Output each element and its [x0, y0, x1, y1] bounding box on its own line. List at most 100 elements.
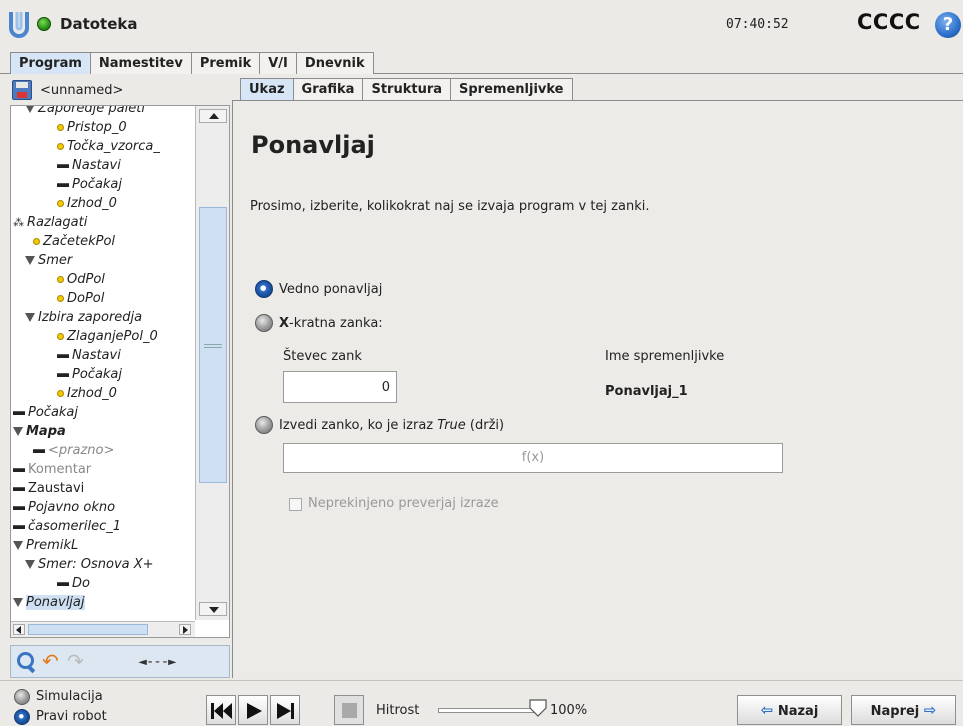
- waypoint-icon: [57, 333, 64, 340]
- robot-status-icon: [37, 17, 51, 31]
- tree-node-label: DoPol: [67, 291, 105, 306]
- tab-installation[interactable]: Namestitev: [89, 52, 192, 74]
- skip-back-icon: [211, 703, 232, 719]
- tab-graphics[interactable]: Grafika: [292, 78, 364, 100]
- grip-icon: [204, 344, 222, 348]
- tree-node[interactable]: Izbira zaporedja: [25, 309, 142, 326]
- scroll-thumb[interactable]: [199, 207, 227, 483]
- scroll-left-arrow-icon[interactable]: [13, 624, 25, 635]
- tree-node[interactable]: ⁂ Razlagati: [13, 214, 87, 231]
- skip-back-button[interactable]: [206, 695, 236, 725]
- waypoint-icon: [57, 143, 64, 150]
- variable-name-label: Ime spremenljivke: [605, 349, 725, 364]
- tree-node[interactable]: Počakaj: [57, 366, 122, 383]
- file-menu[interactable]: Datoteka: [60, 15, 138, 33]
- tree-node-label: OdPol: [67, 272, 105, 287]
- tree-node-label: PremikL: [26, 538, 79, 553]
- undo-icon[interactable]: ↶: [42, 650, 64, 674]
- back-button[interactable]: ⇦ Nazaj: [737, 695, 842, 725]
- tree-node[interactable]: Smer: Osnova X+: [25, 556, 154, 573]
- command-icon: [13, 486, 25, 491]
- tree-node[interactable]: OdPol: [57, 271, 105, 288]
- tree-node[interactable]: Ponavljaj: [13, 594, 85, 611]
- loop-counter-label: Števec zank: [283, 349, 362, 364]
- tree-horizontal-scrollbar[interactable]: [11, 621, 195, 637]
- tree-node[interactable]: Zaustavi: [13, 480, 84, 497]
- tree-node[interactable]: časomerilec_1: [13, 518, 121, 535]
- expand-triangle-icon: [13, 427, 23, 436]
- play-button[interactable]: [238, 695, 268, 725]
- x-letter: X: [279, 316, 290, 331]
- main-tabs: Program Namestitev Premik V/I Dnevnik: [10, 52, 374, 74]
- command-icon: [57, 581, 69, 586]
- simulation-radio[interactable]: [14, 689, 30, 705]
- program-tree-nodes: Zaporedje paleti Pristop_0 Točka_vzorca_ Na…: [11, 106, 195, 621]
- search-icon[interactable]: [15, 650, 37, 674]
- help-icon[interactable]: ?: [935, 12, 961, 38]
- step-button[interactable]: [270, 695, 300, 725]
- tree-node[interactable]: Zaporedje paleti: [25, 106, 145, 117]
- tab-variables[interactable]: Spremenljivke: [450, 78, 573, 100]
- loop-counter-input[interactable]: 0: [283, 371, 397, 403]
- tree-node[interactable]: Do: [57, 575, 90, 592]
- tree-node[interactable]: ZlaganjePol_0: [57, 328, 158, 345]
- horizontal-scroll-thumb[interactable]: [28, 624, 148, 635]
- tree-node[interactable]: Smer: [25, 252, 72, 269]
- tab-structure[interactable]: Struktura: [362, 78, 452, 100]
- tab-program[interactable]: Program: [10, 52, 91, 74]
- speed-slider[interactable]: [438, 708, 538, 713]
- tree-vertical-scrollbar[interactable]: [195, 106, 229, 620]
- x-times-text: -kratna zanka:: [289, 316, 383, 331]
- tree-node-label: Počakaj: [28, 405, 79, 420]
- tree-node-label: Smer: Osnova X+: [38, 557, 154, 572]
- simulation-label: Simulacija: [36, 689, 103, 704]
- speed-label: Hitrost: [376, 703, 420, 718]
- tab-io[interactable]: V/I: [259, 52, 297, 74]
- radio-always-repeat[interactable]: [255, 280, 273, 298]
- program-tree: Zaporedje paleti Pristop_0 Točka_vzorca_ Na…: [10, 105, 230, 638]
- tree-node[interactable]: Pojavno okno: [13, 499, 115, 516]
- radio-expression[interactable]: [255, 416, 273, 434]
- tree-node[interactable]: Točka_vzorca_: [57, 138, 160, 155]
- tree-node-label: Izhod_0: [67, 386, 117, 401]
- tree-node[interactable]: Nastavi: [57, 157, 121, 174]
- tree-node[interactable]: Nastavi: [57, 347, 121, 364]
- tree-node[interactable]: Izhod_0: [57, 195, 117, 212]
- step-icon: [277, 703, 294, 719]
- tree-node-label: Smer: [38, 253, 73, 268]
- stop-button[interactable]: [334, 695, 364, 725]
- tree-node-label: Nastavi: [72, 158, 121, 173]
- expression-input[interactable]: f(x): [283, 443, 783, 473]
- redo-icon[interactable]: ↷: [67, 650, 89, 674]
- next-button[interactable]: Naprej ⇨: [851, 695, 956, 725]
- save-icon[interactable]: [12, 80, 32, 100]
- speed-slider-handle-icon[interactable]: [529, 699, 547, 717]
- tab-log[interactable]: Dnevnik: [295, 52, 374, 74]
- scroll-right-arrow-icon[interactable]: [179, 624, 191, 635]
- expr-suffix: (drži): [465, 418, 505, 433]
- back-button-label: Nazaj: [777, 704, 819, 719]
- tree-node[interactable]: <prazno>: [33, 442, 114, 459]
- tree-node[interactable]: Komentar: [13, 461, 91, 478]
- tree-node-label: <prazno>: [48, 443, 115, 458]
- next-button-label: Naprej: [870, 704, 920, 719]
- command-icon: [57, 182, 69, 187]
- scroll-down-arrow-icon[interactable]: [199, 602, 227, 616]
- tree-node[interactable]: ZačetekPol: [33, 233, 115, 250]
- clock: 07:40:52: [726, 17, 789, 32]
- continuous-check-checkbox[interactable]: [289, 498, 302, 511]
- tree-node[interactable]: PremikL: [13, 537, 78, 554]
- tree-node[interactable]: DoPol: [57, 290, 104, 307]
- tree-node[interactable]: Mapa: [13, 423, 66, 440]
- radio-x-times[interactable]: [255, 314, 273, 332]
- tree-node[interactable]: Pristop_0: [57, 119, 127, 136]
- move-node-button[interactable]: ◄---►: [107, 650, 207, 674]
- tree-node-label: Točka_vzorca_: [67, 139, 160, 154]
- tab-command[interactable]: Ukaz: [240, 78, 294, 100]
- tab-move[interactable]: Premik: [190, 52, 261, 74]
- tree-node[interactable]: Počakaj: [13, 404, 78, 421]
- scroll-up-arrow-icon[interactable]: [199, 109, 227, 123]
- tree-node[interactable]: Počakaj: [57, 176, 122, 193]
- real-robot-radio[interactable]: [14, 709, 30, 725]
- tree-node[interactable]: Izhod_0: [57, 385, 117, 402]
